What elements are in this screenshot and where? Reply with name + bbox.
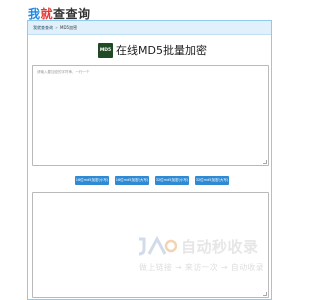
md5-16-upper-button[interactable]: 16位md5加密(大写) <box>115 176 149 185</box>
logo-char-1: 我 <box>28 7 41 21</box>
logo-char-2: 就 <box>40 7 54 21</box>
md5-icon: MD5 <box>98 42 113 58</box>
input-placeholder: 请输入要加密的字符串，一行一个 <box>37 70 90 74</box>
md5-32-upper-button[interactable]: 32位md5加密(大写) <box>195 176 229 185</box>
watermark-title: 自动秒收录 <box>181 238 259 256</box>
resize-handle-icon[interactable] <box>263 292 267 296</box>
resize-handle-icon[interactable] <box>263 160 267 164</box>
watermark-logo-icon <box>138 236 177 256</box>
breadcrumb-current: MD5加密 <box>60 25 78 30</box>
breadcrumb-home-link[interactable]: 我就查查询 <box>33 25 53 30</box>
breadcrumb: 我就查查询 » MD5加密 <box>28 21 271 35</box>
watermark: 自动秒收录 做上链接 → 来访一次 → 自动收录 <box>135 236 275 276</box>
breadcrumb-separator: » <box>55 25 58 30</box>
input-textarea[interactable]: 请输入要加密的字符串，一行一个 <box>32 65 269 166</box>
logo-char-rest: 查查询 <box>53 7 91 21</box>
tool-header: MD5 在线MD5批量加密 <box>98 40 207 60</box>
md5-16-lower-button[interactable]: 16位md5加密(小写) <box>75 176 109 185</box>
watermark-subtitle: 做上链接 → 来访一次 → 自动收录 <box>139 263 264 272</box>
md5-32-lower-button[interactable]: 32位md5加密(小写) <box>155 176 189 185</box>
page-title: 在线MD5批量加密 <box>116 44 207 57</box>
action-buttons: 16位md5加密(小写) 16位md5加密(大写) 32位md5加密(小写) 3… <box>75 176 229 185</box>
